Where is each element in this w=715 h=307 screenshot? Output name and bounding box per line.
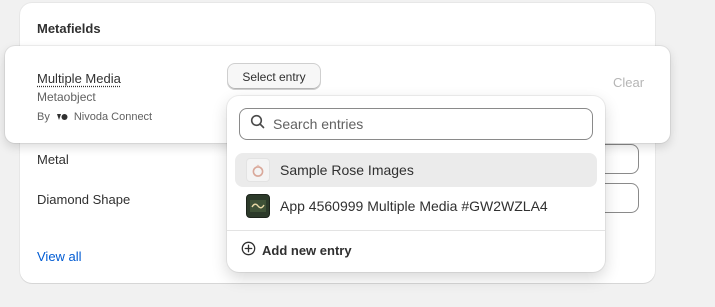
search-field[interactable] xyxy=(239,108,593,140)
metafields-title: Metafields xyxy=(37,21,101,36)
metafield-label-metal: Metal xyxy=(37,152,69,167)
entry-option-label: App 4560999 Multiple Media #GW2WZLA4 xyxy=(280,198,548,214)
metafield-label-diamond-shape: Diamond Shape xyxy=(37,192,131,207)
multiple-media-label[interactable]: Multiple Media xyxy=(37,71,121,86)
provider-credit: By Nivoda Connect xyxy=(37,111,152,123)
clear-button[interactable]: Clear xyxy=(613,75,644,90)
add-new-entry-label: Add new entry xyxy=(262,242,352,258)
entry-option[interactable]: Sample Rose Images xyxy=(235,153,597,187)
by-prefix: By xyxy=(37,111,50,123)
plus-circle-icon xyxy=(241,241,256,259)
entry-option[interactable]: App 4560999 Multiple Media #GW2WZLA4 xyxy=(235,189,597,223)
select-entry-button[interactable]: Select entry xyxy=(227,63,321,90)
add-new-entry-button[interactable]: Add new entry xyxy=(241,241,352,259)
provider-name: Nivoda Connect xyxy=(73,111,153,123)
popover-divider xyxy=(227,230,605,231)
app-thumbnail-icon xyxy=(246,194,270,218)
search-icon xyxy=(250,114,265,134)
entry-option-label: Sample Rose Images xyxy=(280,162,414,178)
metafield-type: Metaobject xyxy=(37,90,96,104)
view-all-link[interactable]: View all xyxy=(37,249,82,264)
nivoda-logo-icon xyxy=(56,113,68,121)
search-input[interactable] xyxy=(273,116,573,132)
ring-thumbnail-icon xyxy=(246,158,270,182)
